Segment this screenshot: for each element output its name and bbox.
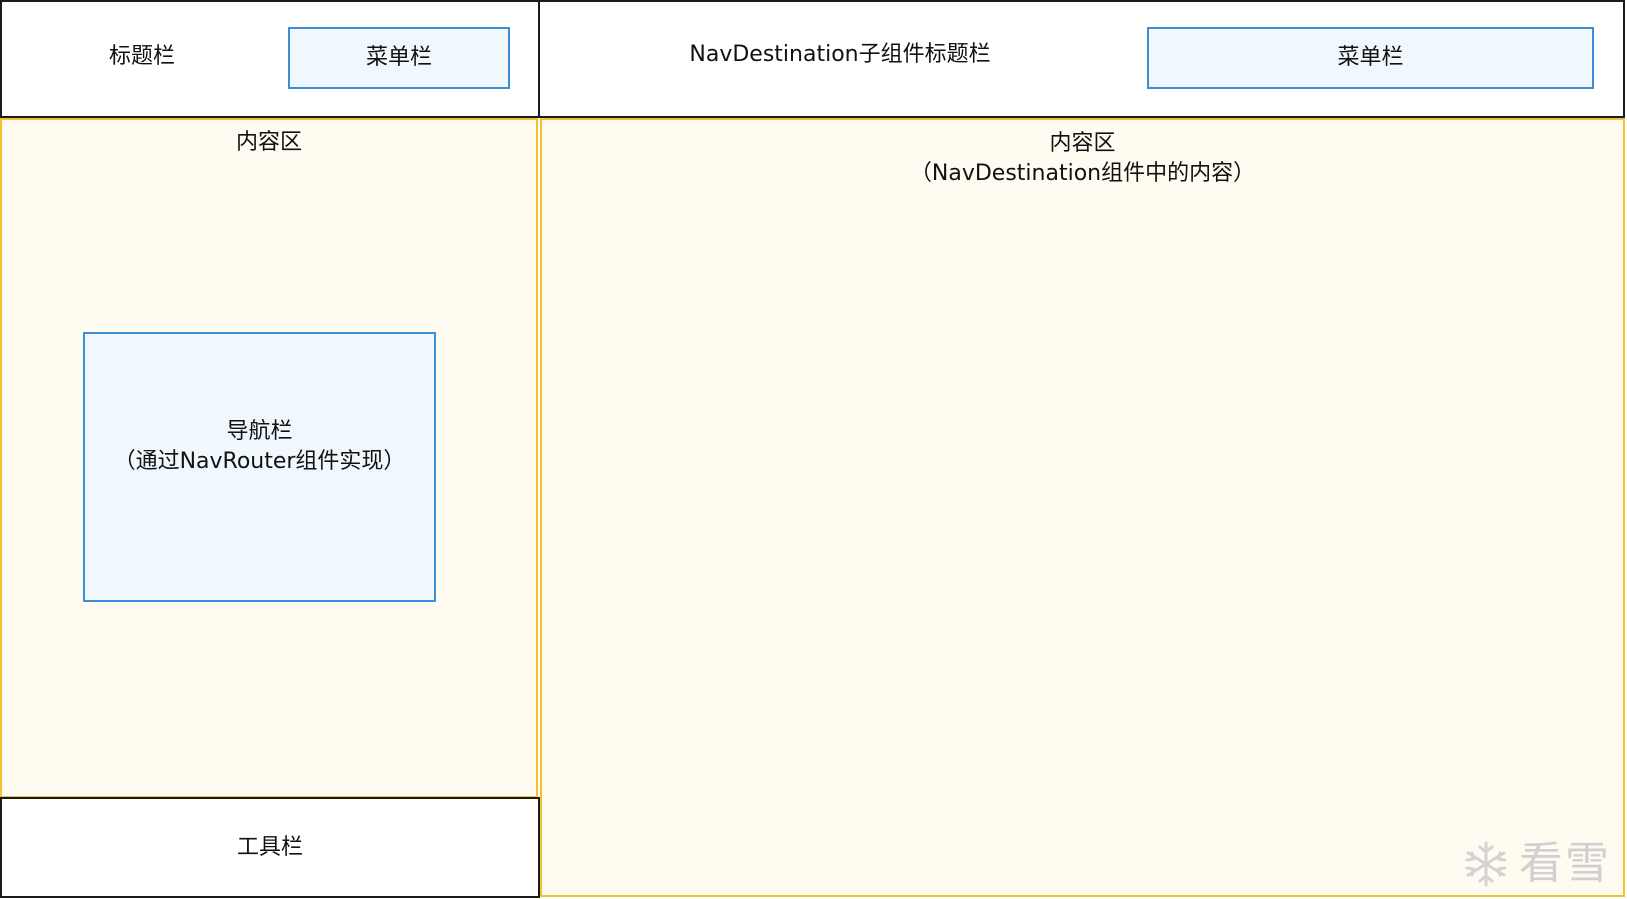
left-title-bar-label: 标题栏 [108, 44, 175, 69]
snowflake-icon [1465, 841, 1507, 887]
left-menu-bar: 菜单栏 [288, 27, 510, 89]
nav-bar: 导航栏 （通过NavRouter组件实现） [83, 332, 436, 602]
right-menu-bar-label: 菜单栏 [1337, 45, 1404, 70]
right-content-line2: （NavDestination组件中的内容） [909, 161, 1256, 186]
nav-bar-line1: 导航栏 [226, 419, 293, 444]
watermark-text: 看雪 [1519, 838, 1611, 889]
right-menu-bar: 菜单栏 [1147, 27, 1594, 89]
right-content-line1: 内容区 [1049, 131, 1116, 156]
left-content-label: 内容区 [235, 130, 302, 155]
right-title-bar-label: NavDestination子组件标题栏 [689, 42, 991, 67]
toolbar: 工具栏 [0, 797, 540, 898]
watermark: 看雪 [1461, 839, 1611, 889]
nav-bar-line2: （通过NavRouter组件实现） [113, 449, 406, 474]
toolbar-label: 工具栏 [236, 834, 303, 860]
left-menu-bar-label: 菜单栏 [365, 45, 432, 70]
right-content-area [540, 118, 1625, 897]
right-content-label: 内容区 （NavDestination组件中的内容） [540, 128, 1625, 190]
